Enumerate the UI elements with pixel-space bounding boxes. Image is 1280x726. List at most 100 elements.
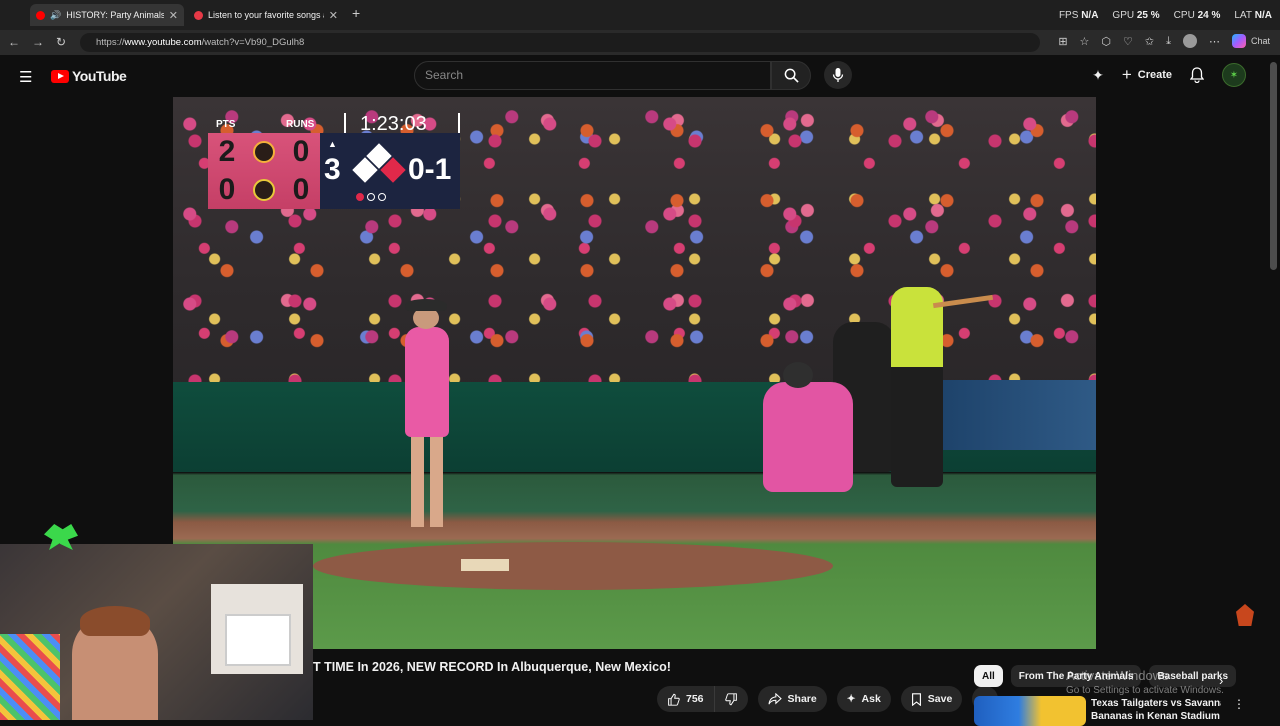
profile-avatar-icon[interactable]: [1182, 34, 1197, 48]
music-favicon-icon: [194, 10, 203, 20]
youtube-play-logo-icon: [51, 69, 69, 83]
bookmark-icon: [911, 692, 921, 706]
tab-title: Listen to your favorite songs and c: [208, 10, 324, 20]
back-arrow-icon[interactable]: ←: [8, 35, 20, 49]
plus-icon: +: [1121, 65, 1132, 84]
activate-windows-watermark: Activate Windows Go to Settings to activ…: [1066, 668, 1224, 698]
rainbow-blanket: [0, 634, 60, 720]
hamburger-menu-icon[interactable]: ☰: [19, 68, 32, 86]
channel-watermark-icon[interactable]: [1236, 604, 1254, 626]
team-runs: 0: [292, 173, 310, 206]
youtube-header: ☰ YouTube Search ✦ + Create ✶: [0, 55, 1268, 97]
runs-label: RUNS: [286, 119, 315, 130]
extension-puzzle-icon[interactable]: ✦: [1092, 67, 1104, 84]
team-logo-icon: [253, 141, 275, 163]
dislike-button[interactable]: [714, 686, 748, 712]
ask-button[interactable]: ✦ Ask: [836, 686, 891, 712]
search-button[interactable]: [771, 61, 811, 90]
scoreboard-overlay: PTS RUNS 1:23:03 2 0 0 0 ▲ 3 0-1: [208, 113, 462, 211]
page-scrollbar-thumb[interactable]: [1270, 62, 1277, 270]
stat-lat: LAT N/A: [1234, 10, 1272, 21]
rec-title-line1: Texas Tailgaters vs Savannah: [1091, 698, 1221, 709]
favorites-bar-icon[interactable]: ✩: [1145, 35, 1154, 48]
share-arrow-icon: [768, 693, 782, 705]
tab-title: HISTORY: Party Animals & Fir: [66, 10, 164, 20]
header-actions: ✦ + Create ✶: [1092, 63, 1246, 87]
url-host: www.youtube.com: [124, 37, 202, 48]
copilot-chat-button[interactable]: Chat: [1231, 34, 1270, 48]
team-pts: 2: [218, 135, 236, 168]
speaker-icon[interactable]: 🔊: [50, 10, 61, 21]
extensions-icon[interactable]: ⬡: [1101, 35, 1111, 48]
create-label: Create: [1137, 69, 1172, 81]
inning-number: 3: [324, 153, 341, 186]
like-dislike-group: 756: [657, 686, 748, 712]
share-button[interactable]: Share: [757, 686, 827, 712]
batter-figure: [891, 287, 943, 487]
stat-fps: FPS N/A: [1058, 10, 1099, 21]
create-button[interactable]: + Create: [1122, 65, 1172, 85]
chat-label: Chat: [1250, 36, 1270, 46]
activate-subtitle: Go to Settings to activate Windows.: [1066, 685, 1224, 696]
pitcher-figure: [399, 299, 459, 537]
pitching-rubber: [461, 559, 509, 571]
thumbs-up-icon: [668, 693, 680, 706]
browser-tab-music[interactable]: Listen to your favorite songs and c ✕: [188, 4, 344, 26]
pitchers-mound: [313, 542, 833, 590]
catcher-figure: [763, 362, 853, 492]
streamer-figure: [72, 606, 158, 720]
forward-arrow-icon[interactable]: →: [32, 35, 44, 49]
streamer-webcam: [0, 544, 313, 720]
outs-indicator: [356, 193, 386, 201]
thumbs-down-icon: [724, 692, 737, 705]
youtube-favicon-icon: [36, 10, 45, 20]
like-button[interactable]: 756: [657, 686, 715, 712]
more-menu-icon[interactable]: ⋯: [1209, 35, 1220, 48]
youtube-logo[interactable]: YouTube: [51, 68, 127, 84]
stat-gpu: GPU 25 %: [1112, 10, 1160, 21]
performance-overlay: FPS N/A GPU 25 % CPU 24 % LAT N/A: [1059, 10, 1272, 21]
browser-toolbar-icons: ⊞ ☆ ⬡ ♡ ✩ ⤓ ⋯ Chat: [1058, 34, 1270, 48]
downloads-icon[interactable]: ⤓: [1166, 35, 1171, 48]
search-input[interactable]: Search: [414, 61, 771, 90]
team-row-home: 2 0: [208, 133, 320, 171]
recommended-video-thumbnail[interactable]: [974, 696, 1086, 726]
reload-icon[interactable]: ↻: [56, 35, 66, 49]
recommended-video-title[interactable]: Texas Tailgaters vs Savannah Bananas in …: [1091, 697, 1221, 723]
browser-essentials-icon[interactable]: ♡: [1123, 35, 1133, 48]
notifications-bell-icon[interactable]: [1190, 67, 1204, 83]
app-install-icon[interactable]: ⊞: [1058, 35, 1067, 48]
browser-tab-bar: 🔊 HISTORY: Party Animals & Fir ✕ Listen …: [0, 0, 1280, 30]
close-tab-icon[interactable]: ✕: [169, 9, 178, 22]
new-tab-plus-icon[interactable]: +: [352, 5, 360, 21]
user-avatar[interactable]: ✶: [1222, 63, 1246, 87]
video-actions: 756 Share ✦ Ask Save ⋯: [657, 686, 999, 712]
url-input[interactable]: https://www.youtube.com/watch?v=Vb90_DGu…: [80, 33, 1040, 52]
save-button[interactable]: Save: [900, 686, 963, 712]
url-path: /watch?v=Vb90_DGulh8: [201, 37, 305, 48]
youtube-logo-text: YouTube: [72, 68, 127, 84]
favorite-star-icon[interactable]: ☆: [1080, 35, 1090, 48]
pts-label: PTS: [216, 119, 236, 130]
team-pts: 0: [218, 173, 236, 206]
browser-tab-youtube[interactable]: 🔊 HISTORY: Party Animals & Fir ✕: [30, 4, 184, 26]
chip-all[interactable]: All: [974, 665, 1003, 687]
url-prefix: https://: [96, 37, 125, 48]
team-runs: 0: [292, 135, 310, 168]
ball-strike-count: 0-1: [408, 153, 452, 186]
address-bar-row: ← → ↻ https://www.youtube.com/watch?v=Vb…: [0, 30, 1280, 55]
inning-top-arrow-icon: ▲: [328, 139, 337, 149]
close-tab-icon[interactable]: ✕: [329, 9, 338, 22]
activate-title: Activate Windows: [1066, 668, 1169, 683]
vertical-dots-menu-icon[interactable]: ⋮: [1233, 697, 1245, 711]
team-logo-icon: [253, 179, 275, 201]
copilot-icon: [1231, 34, 1246, 48]
rec-title-line2: Bananas in Kenan Stadium at ...: [1091, 711, 1221, 722]
voice-search-button[interactable]: [824, 61, 852, 89]
wall-poster: [211, 584, 303, 674]
video-title: T TIME In 2026, NEW RECORD In Albuquerqu…: [313, 660, 671, 674]
ask-label: Ask: [861, 693, 881, 705]
share-label: Share: [787, 693, 817, 705]
microphone-icon: [832, 68, 844, 82]
wall-advertisement: [916, 380, 1096, 450]
